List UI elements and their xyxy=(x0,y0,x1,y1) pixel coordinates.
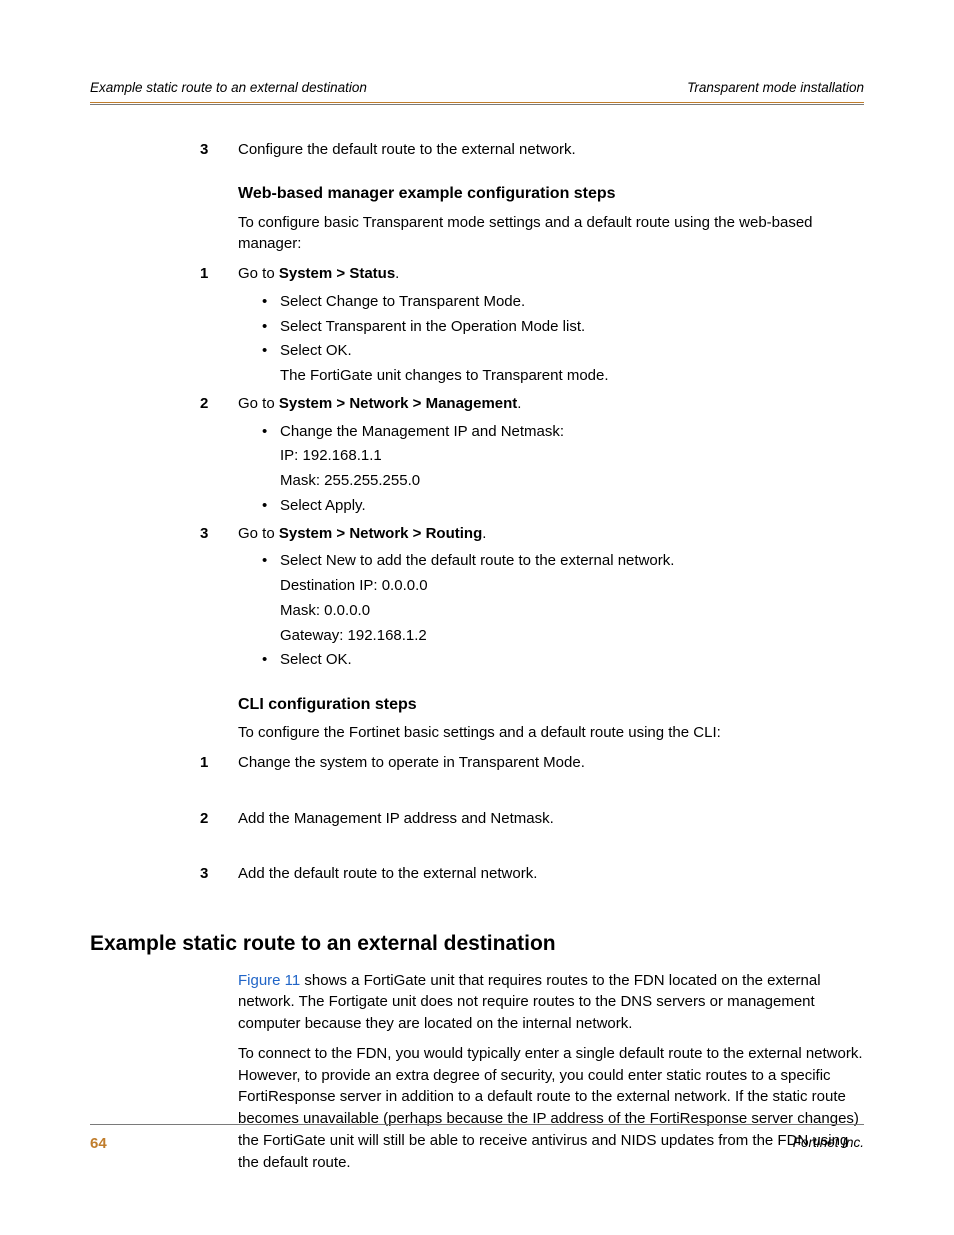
cli-step-1: 1 Change the system to operate in Transp… xyxy=(238,752,864,774)
gap xyxy=(238,780,864,802)
nav-path: System > Network > Routing xyxy=(279,525,482,542)
web-heading: Web-based manager example configuration … xyxy=(238,182,864,205)
page-footer: 64 Fortinet Inc. xyxy=(90,1124,864,1155)
bullet-item: Select OK. xyxy=(262,340,864,362)
step-text: Go to System > Network > Routing. xyxy=(238,525,486,542)
bullet-sub-mask: Mask: 0.0.0.0 xyxy=(262,600,864,622)
gap xyxy=(238,835,864,857)
bullet-item: Select Apply. xyxy=(262,495,864,517)
web-step-1-bullets: Select Change to Transparent Mode. Selec… xyxy=(262,291,864,387)
bullet-item: Select New to add the default route to t… xyxy=(262,550,864,572)
page: Example static route to an external dest… xyxy=(0,0,954,1235)
body-content: 3 Configure the default route to the ext… xyxy=(90,105,864,1174)
cli-step-3: 3 Add the default route to the external … xyxy=(238,863,864,885)
section-heading: Example static route to an external dest… xyxy=(90,929,864,959)
bullet-note: The FortiGate unit changes to Transparen… xyxy=(262,365,864,387)
step-text: Change the system to operate in Transpar… xyxy=(238,754,585,771)
cli-step-2: 2 Add the Management IP address and Netm… xyxy=(238,808,864,830)
step-text: Go to System > Network > Management. xyxy=(238,395,521,412)
bullet-sub-gw: Gateway: 192.168.1.2 xyxy=(262,625,864,647)
top-step-3: 3 Configure the default route to the ext… xyxy=(238,139,864,161)
step-number: 2 xyxy=(200,808,208,830)
pre: Go to xyxy=(238,265,279,282)
bullet-item: Select OK. xyxy=(262,649,864,671)
para-text: shows a FortiGate unit that requires rou… xyxy=(238,972,821,1033)
footer-line: 64 Fortinet Inc. xyxy=(90,1125,864,1155)
pre: Go to xyxy=(238,395,279,412)
header-left: Example static route to an external dest… xyxy=(90,78,367,98)
step-number: 3 xyxy=(200,863,208,885)
step-number: 1 xyxy=(200,263,208,285)
bullet-sub-dip: Destination IP: 0.0.0.0 xyxy=(262,575,864,597)
step-number: 2 xyxy=(200,393,208,415)
running-header: Example static route to an external dest… xyxy=(90,78,864,102)
footer-company: Fortinet Inc. xyxy=(793,1133,864,1155)
section-para-1: Figure 11 shows a FortiGate unit that re… xyxy=(238,970,864,1035)
cli-intro: To configure the Fortinet basic settings… xyxy=(238,722,864,744)
figure-link[interactable]: Figure 11 xyxy=(238,972,300,989)
web-step-1: 1 Go to System > Status. xyxy=(238,263,864,285)
cli-heading: CLI configuration steps xyxy=(238,693,864,716)
step-text: Add the default route to the external ne… xyxy=(238,865,537,882)
post: . xyxy=(395,265,399,282)
nav-path: System > Status xyxy=(279,265,395,282)
web-step-3: 3 Go to System > Network > Routing. xyxy=(238,523,864,545)
post: . xyxy=(517,395,521,412)
post: . xyxy=(482,525,486,542)
step-text: Go to System > Status. xyxy=(238,265,399,282)
bullet-item: Select Transparent in the Operation Mode… xyxy=(262,316,864,338)
step-text: Add the Management IP address and Netmas… xyxy=(238,810,554,827)
header-right: Transparent mode installation xyxy=(687,78,864,98)
page-number: 64 xyxy=(90,1133,107,1155)
pre: Go to xyxy=(238,525,279,542)
step-number: 1 xyxy=(200,752,208,774)
bullet-item: Select Change to Transparent Mode. xyxy=(262,291,864,313)
web-intro: To configure basic Transparent mode sett… xyxy=(238,212,864,256)
bullet-sub-ip: IP: 192.168.1.1 xyxy=(262,445,864,467)
web-step-2-bullets: Change the Management IP and Netmask: IP… xyxy=(262,421,864,517)
bullet-item: Change the Management IP and Netmask: xyxy=(262,421,864,443)
header-rule-orange xyxy=(90,102,864,103)
step-text: Configure the default route to the exter… xyxy=(238,141,576,158)
web-step-2: 2 Go to System > Network > Management. xyxy=(238,393,864,415)
step-number: 3 xyxy=(200,523,208,545)
nav-path: System > Network > Management xyxy=(279,395,517,412)
web-step-3-bullets: Select New to add the default route to t… xyxy=(262,550,864,671)
step-number: 3 xyxy=(200,139,208,161)
bullet-sub-mask: Mask: 255.255.255.0 xyxy=(262,470,864,492)
